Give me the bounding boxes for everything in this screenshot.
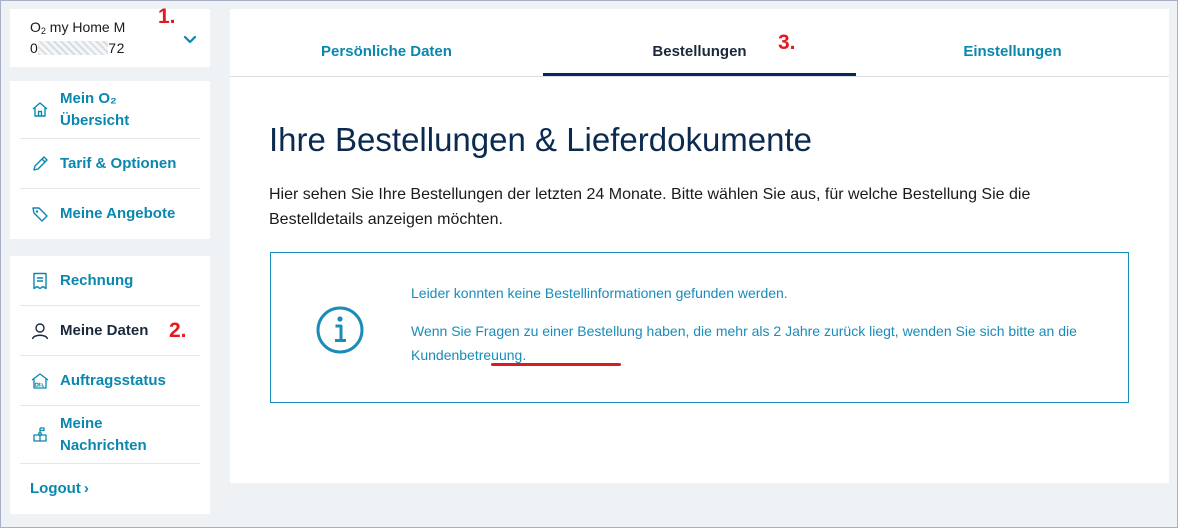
pencil-icon (33, 155, 48, 171)
tab-bar: Persönliche Daten Bestellungen Einstellu… (230, 9, 1169, 77)
mailbox-icon (33, 426, 47, 442)
sidebar-item-label: Meine Daten (60, 321, 149, 339)
chevron-right-icon: › (83, 479, 89, 497)
annotation-marker-3: 3. (778, 31, 796, 54)
customer-service-link[interactable]: Kundenbetreuung (411, 347, 522, 363)
user-icon (31, 322, 49, 339)
tab-bestellungen[interactable]: Bestellungen (543, 43, 856, 60)
account-selector[interactable]: O2 my Home M 0 72 (10, 9, 210, 67)
sidebar-item-label: Tarif & Optionen (60, 154, 177, 172)
sidebar-item-label: Mein O₂ Übersicht (60, 89, 130, 129)
sidebar-item-mein-o2[interactable]: Mein O₂ Übersicht (20, 81, 200, 139)
home-icon (32, 101, 48, 117)
info-message: Leider konnten keine Bestellinformatione… (411, 281, 1091, 367)
active-tab-indicator (543, 73, 856, 76)
invoice-icon (33, 272, 47, 289)
tag-icon (32, 207, 48, 222)
main-content: Persönliche Daten Bestellungen Einstellu… (230, 9, 1169, 483)
account-number: 0 72 (30, 40, 125, 56)
sidebar-item-label: Meine Angebote (60, 205, 176, 222)
info-box: Leider konnten keine Bestellinformatione… (270, 252, 1129, 403)
sidebar-item-auftragsstatus[interactable]: Auftragsstatus (20, 356, 200, 406)
annotation-underline (491, 363, 621, 366)
dsl-house-icon (31, 372, 49, 389)
chevron-down-icon[interactable] (184, 33, 196, 45)
info-icon (316, 306, 364, 354)
sidebar-item-label: Rechnung (60, 271, 134, 289)
support-hint: Wenn Sie Fragen zu einer Bestellung habe… (411, 323, 1077, 363)
sidebar-item-nachrichten[interactable]: Meine Nachrichten (20, 406, 200, 464)
nav-group-overview: Mein O₂ Übersicht Tarif & Optionen Meine … (10, 81, 210, 239)
page-title: Ihre Bestellungen & Lieferdokumente (269, 121, 813, 158)
intro-text: Hier sehen Sie Ihre Bestellungen der let… (269, 186, 1031, 228)
sidebar: O2 my Home M 0 72 Mein O₂ Übersicht Tarif … (10, 9, 210, 514)
logout-link[interactable]: Logout › (20, 464, 200, 512)
sidebar-item-label: Meine Nachrichten (60, 414, 147, 454)
account-name: O2 my Home M (30, 19, 126, 36)
no-orders-message: Leider konnten keine Bestellinformatione… (411, 285, 788, 301)
sidebar-item-tarif[interactable]: Tarif & Optionen (20, 139, 200, 189)
sidebar-item-label: Auftragsstatus (60, 371, 166, 389)
annotation-marker-2: 2. (169, 319, 187, 342)
masked-digits (38, 41, 109, 55)
annotation-marker-1: 1. (158, 5, 176, 28)
tab-einstellungen[interactable]: Einstellungen (856, 43, 1169, 60)
nav-group-account: Rechnung Meine Daten Auftragsstatus Mein… (10, 256, 210, 514)
sidebar-item-rechnung[interactable]: Rechnung (20, 256, 200, 306)
tab-persoenliche-daten[interactable]: Persönliche Daten (230, 43, 543, 60)
sidebar-item-angebote[interactable]: Meine Angebote (20, 189, 200, 239)
